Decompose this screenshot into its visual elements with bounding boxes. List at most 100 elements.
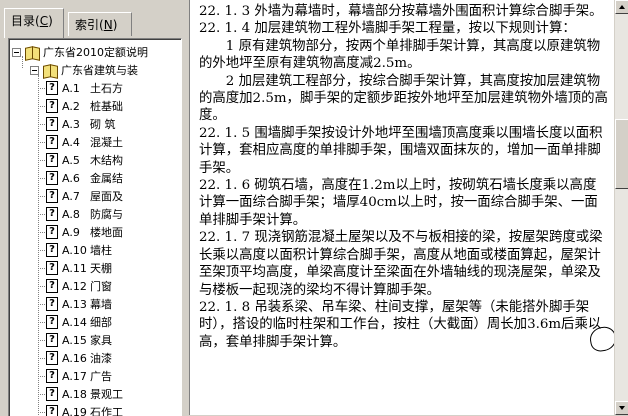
tree-item-code: A.6 bbox=[62, 172, 90, 185]
tree-item[interactable]: ?A.18景观工 bbox=[46, 385, 123, 403]
tree-item-code: A.19 bbox=[62, 406, 90, 416]
help-page-icon: ? bbox=[46, 135, 58, 149]
scroll-thumb[interactable] bbox=[615, 119, 628, 189]
tree-item[interactable]: ?A.17广告 bbox=[46, 367, 112, 385]
content-paragraph: 22. 1. 6 砌筑石墙，高度在1.2m以上时，按砌筑石墙长度乘以高度计算一面… bbox=[199, 177, 609, 229]
help-page-icon: ? bbox=[46, 261, 58, 275]
tree-item-label: 屋面及 bbox=[90, 188, 123, 204]
help-page-icon: ? bbox=[46, 315, 58, 329]
tree-item-label: 混凝土 bbox=[90, 134, 123, 150]
tree-item-code: A.8 bbox=[62, 208, 90, 221]
tree-item[interactable]: ? A.14细部 bbox=[46, 313, 112, 331]
tree-item[interactable]: ? A.12门窗 bbox=[46, 277, 112, 295]
tree-item-label: 广告 bbox=[90, 368, 112, 384]
tree-connector bbox=[38, 286, 45, 288]
topic-content: 22. 1. 3 外墙为幕墙时，幕墙部分按幕墙外围面积计算综合脚手架。22. 1… bbox=[189, 0, 615, 415]
tab-index[interactable]: 索引(N) bbox=[68, 12, 132, 36]
tree-connector bbox=[38, 250, 45, 252]
tree-item-label: 防腐与 bbox=[90, 206, 123, 222]
tree-item-label: 石作工 bbox=[90, 404, 123, 416]
tree-item-code: A.14 bbox=[62, 316, 90, 329]
tree-child-node[interactable]: 广东省建筑与装 bbox=[30, 61, 138, 79]
tree-connector bbox=[38, 376, 45, 378]
tab-contents[interactable]: 目录(C) bbox=[4, 8, 64, 38]
tree-item-label: 家具 bbox=[90, 332, 112, 348]
tree-item[interactable]: ?A.10墙柱 bbox=[46, 241, 112, 259]
tree-item-label: 桩基础 bbox=[90, 98, 123, 114]
tree-connector bbox=[38, 268, 45, 270]
help-page-icon: ? bbox=[46, 81, 58, 95]
tree-item[interactable]: ?A.3砌 筑 bbox=[46, 115, 116, 133]
help-page-icon: ? bbox=[46, 351, 58, 365]
tree-item-code: A.13 bbox=[62, 298, 90, 311]
tab-contents-key: C bbox=[40, 14, 48, 28]
tree-item[interactable]: ? A.8防腐与 bbox=[46, 205, 123, 223]
contents-tree[interactable]: 广东省2010定额说明 广东省建筑与装 ?A.1土石方?A.2桩基础?A.3砌 … bbox=[8, 38, 182, 416]
tab-index-label: 索引 bbox=[75, 18, 99, 32]
tree-connector bbox=[38, 75, 40, 415]
tree-root-label: 广东省2010定额说明 bbox=[43, 44, 148, 60]
tree-item-code: A.17 bbox=[62, 370, 90, 383]
tree-item[interactable]: ? A.13幕墙 bbox=[46, 295, 112, 313]
tree-item[interactable]: ?A.5木结构 bbox=[46, 151, 123, 169]
tree-item-code: A.7 bbox=[62, 190, 90, 203]
tree-item[interactable]: ? A.2桩基础 bbox=[46, 97, 123, 115]
tree-item-label: 楼地面 bbox=[90, 224, 123, 240]
tree-item-code: A.12 bbox=[62, 280, 90, 293]
collapse-icon[interactable] bbox=[12, 48, 21, 57]
help-page-icon: ? bbox=[46, 405, 58, 416]
tree-item-code: A.18 bbox=[62, 388, 90, 401]
content-paragraph: 22. 1. 8 吊装系梁、吊车梁、柱间支撑，屋架等（未能搭外脚手架时），搭设的… bbox=[199, 299, 609, 351]
tree-item[interactable]: ?A.11天棚 bbox=[46, 259, 112, 277]
tree-item[interactable]: ?A.16油漆 bbox=[46, 349, 112, 367]
tree-connector bbox=[38, 340, 45, 342]
tree-item-code: A.16 bbox=[62, 352, 90, 365]
help-page-icon: ? bbox=[46, 297, 58, 311]
tree-item-code: A.9 bbox=[62, 226, 90, 239]
tree-item-label: 金属结 bbox=[90, 170, 123, 186]
help-page-icon: ? bbox=[46, 243, 58, 257]
tab-contents-label: 目录 bbox=[11, 14, 35, 28]
tree-item-label: 细部 bbox=[90, 314, 112, 330]
tree-item[interactable]: ? A.19石作工 bbox=[46, 403, 123, 416]
collapse-icon[interactable] bbox=[30, 66, 39, 75]
scroll-up-button[interactable] bbox=[615, 0, 628, 14]
tree-item-code: A.1 bbox=[62, 82, 90, 95]
tree-child-label: 广东省建筑与装 bbox=[61, 62, 138, 78]
tree-item[interactable]: ?A.7屋面及 bbox=[46, 187, 123, 205]
tree-item-label: 门窗 bbox=[90, 278, 112, 294]
tree-item[interactable]: ? A.9楼地面 bbox=[46, 223, 123, 241]
tree-connector bbox=[38, 124, 45, 126]
tree-root-node[interactable]: 广东省2010定额说明 bbox=[12, 43, 148, 61]
content-paragraph: 22. 1. 3 外墙为幕墙时，幕墙部分按幕墙外围面积计算综合脚手架。 bbox=[199, 3, 609, 20]
tree-item[interactable]: ?A.15家具 bbox=[46, 331, 112, 349]
help-page-icon: ? bbox=[46, 99, 58, 113]
content-paragraph: 2 加层建筑工程部分，按综合脚手架计算，其高度按加层建筑物的高度加2.5m，脚手… bbox=[199, 73, 609, 125]
tree-item-code: A.2 bbox=[62, 100, 90, 113]
tree-item[interactable]: ?A.6金属结 bbox=[46, 169, 123, 187]
tree-item-label: 墙柱 bbox=[90, 242, 112, 258]
content-paragraph: 22. 1. 4 加层建筑物工程外墙脚手架工程量，按以下规则计算： bbox=[199, 20, 609, 37]
tree-item[interactable]: ? A.4混凝土 bbox=[46, 133, 123, 151]
tree-connector bbox=[38, 142, 45, 144]
tree-connector bbox=[38, 304, 45, 306]
vertical-scrollbar[interactable] bbox=[614, 0, 628, 415]
tree-connector bbox=[38, 106, 45, 108]
help-page-icon: ? bbox=[46, 117, 58, 131]
tree-connector bbox=[38, 214, 45, 216]
help-page-icon: ? bbox=[46, 225, 58, 239]
help-page-icon: ? bbox=[46, 153, 58, 167]
help-page-icon: ? bbox=[46, 279, 58, 293]
tree-connector bbox=[38, 178, 45, 180]
tree-connector bbox=[38, 88, 45, 90]
help-page-icon: ? bbox=[46, 207, 58, 221]
content-paragraph: 22. 1. 5 围墙脚手架按设计外地坪至围墙顶高度乘以围墙长度以面积计算，套相… bbox=[199, 125, 609, 177]
scroll-down-button[interactable] bbox=[615, 401, 628, 415]
navigation-pane: 目录(C) 索引(N) 广东省2010定额说明 广东省建筑与装 ?A.1土石方?… bbox=[0, 0, 183, 415]
tree-item-code: A.15 bbox=[62, 334, 90, 347]
help-page-icon: ? bbox=[46, 387, 58, 401]
tree-item-code: A.4 bbox=[62, 136, 90, 149]
tree-item-label: 幕墙 bbox=[90, 296, 112, 312]
tree-item-code: A.3 bbox=[62, 118, 90, 131]
tree-item[interactable]: ?A.1土石方 bbox=[46, 79, 123, 97]
